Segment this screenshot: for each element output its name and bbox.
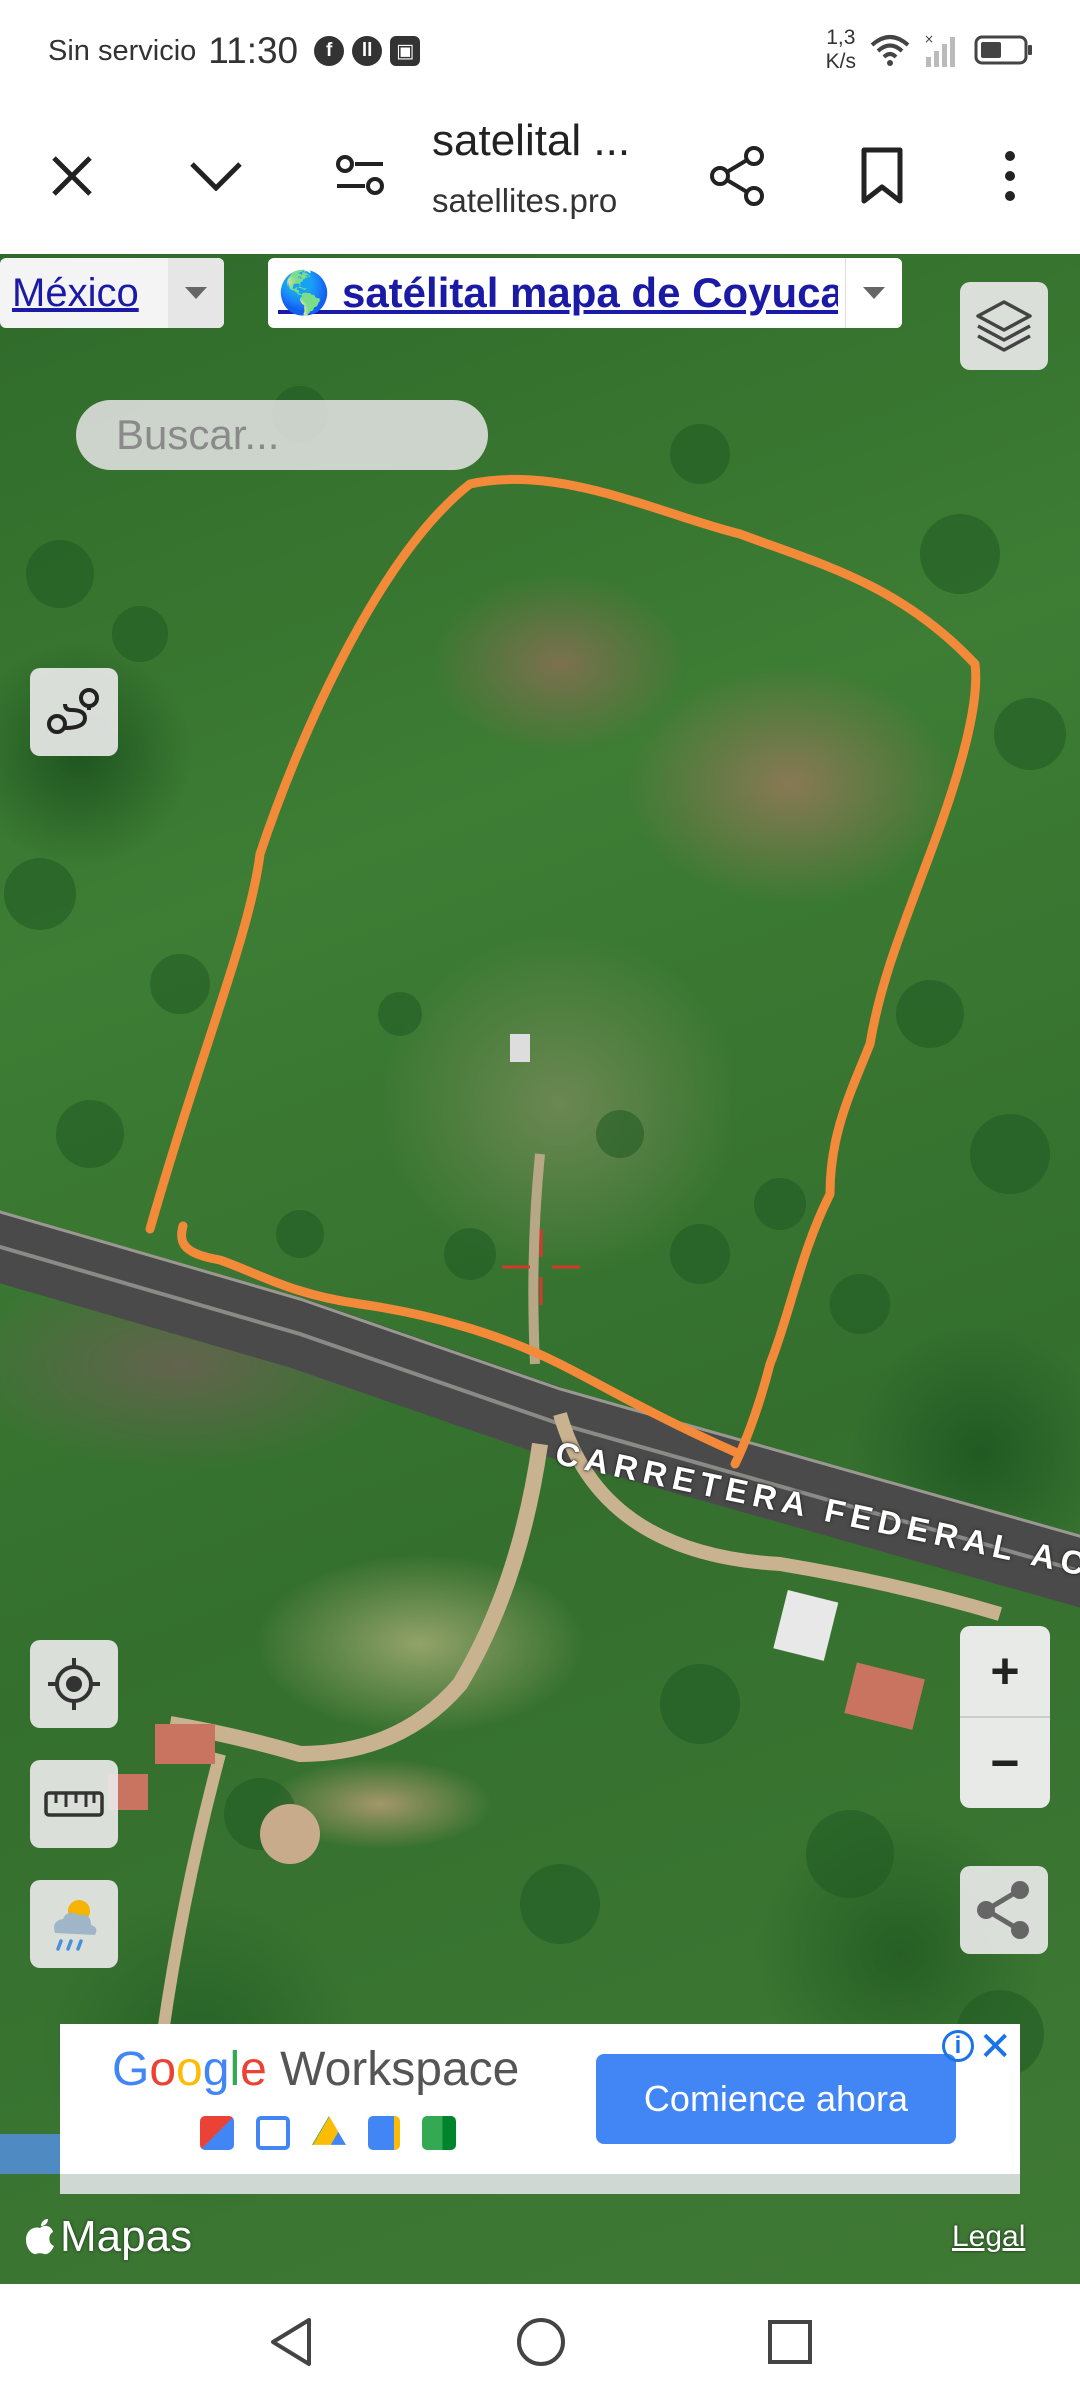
route-icon [47, 688, 99, 734]
battery-icon [974, 35, 1032, 65]
collapse-button[interactable] [174, 134, 258, 218]
map-title-select-value: 🌎 satélital mapa de Coyuca [278, 268, 838, 316]
ad-cta-button[interactable]: Comience ahora [596, 2054, 956, 2144]
apple-maps-attribution: Mapas [24, 2212, 192, 2262]
my-location-button[interactable] [30, 1640, 118, 1728]
map-title-select[interactable]: 🌎 satélital mapa de Coyuca [268, 258, 902, 328]
wifi-icon [870, 35, 910, 66]
layers-icon [976, 300, 1032, 352]
page-url[interactable]: satellites.pro [432, 182, 617, 220]
calendar-icon [256, 2116, 290, 2150]
bookmark-button[interactable] [840, 134, 924, 218]
chevron-down-icon [190, 162, 242, 191]
drive-icon [312, 2116, 346, 2145]
meet-icon [422, 2116, 456, 2150]
my-location-icon [48, 1658, 100, 1710]
route-button[interactable] [30, 668, 118, 756]
more-vert-icon [1005, 151, 1015, 201]
docs-icon [368, 2116, 400, 2150]
caret-down-icon [845, 258, 902, 328]
workspace-label: Workspace [280, 2043, 520, 2096]
weather-icon [54, 1900, 97, 1951]
facebook-icon: f [314, 36, 345, 66]
legal-link[interactable]: Legal [952, 2220, 1025, 2254]
maps-attribution-text: Mapas [60, 2212, 193, 2261]
search-input[interactable] [76, 400, 476, 470]
recents-icon[interactable] [767, 2319, 813, 2365]
close-icon [52, 156, 92, 196]
home-icon[interactable] [515, 2316, 567, 2368]
share-icon [710, 146, 764, 206]
page-title[interactable]: satelital ... [432, 116, 630, 166]
back-icon[interactable] [267, 2316, 315, 2368]
ad-footer-strip [60, 2174, 1020, 2194]
cast-icon: ▣ [390, 36, 421, 66]
apple-logo-icon [26, 2219, 54, 2255]
satellite-map[interactable]: CARRETERA FEDERAL ACA México 🌎 satélital… [0, 254, 1080, 2284]
ruler-icon [44, 1791, 104, 1817]
map-share-button[interactable] [960, 1866, 1048, 1954]
speed-value: 1,3 [826, 26, 856, 49]
zoom-in-button[interactable]: + [960, 1626, 1050, 1716]
browser-toolbar: satelital ... satellites.pro [0, 104, 1080, 255]
center-crosshair [502, 1229, 580, 1305]
zoom-control: + − [960, 1626, 1050, 1808]
search-box[interactable] [76, 400, 488, 470]
clock-time: 11:30 [208, 30, 299, 71]
share-button[interactable] [696, 134, 780, 218]
status-bar: Sin servicio 11:30 f ll ▣ 1,3 K/s × [0, 0, 1080, 104]
country-select[interactable]: México [0, 258, 224, 328]
layers-button[interactable] [960, 282, 1048, 370]
google-logo: Google [112, 2043, 267, 2096]
country-select-value: México [12, 270, 139, 315]
workspace-apps [200, 2116, 456, 2150]
carrier-text: Sin servicio [48, 34, 197, 67]
share-icon [977, 1881, 1029, 1939]
measure-button[interactable] [30, 1760, 118, 1848]
page-settings-icon [336, 155, 384, 195]
page-settings-button[interactable] [318, 134, 402, 218]
network-speed: 1,3 K/s [826, 26, 856, 74]
close-button[interactable] [30, 134, 114, 218]
weather-button[interactable] [30, 1880, 118, 1968]
ad-brand: Google Workspace [112, 2042, 519, 2097]
zoom-out-button[interactable]: − [960, 1718, 1050, 1808]
svg-text:×: × [924, 33, 934, 46]
signal-icon: × [924, 33, 955, 67]
gmail-icon [200, 2116, 234, 2150]
caret-down-icon [168, 258, 224, 328]
ad-info-icon[interactable]: i [942, 2030, 974, 2062]
status-right: 1,3 K/s × [826, 26, 1034, 74]
ad-close-icon[interactable]: ✕ [978, 2024, 1012, 2070]
map-overlay [0, 386, 1080, 2194]
ad-banner[interactable]: Google Workspace Comience ahora i ✕ [60, 2024, 1020, 2174]
system-nav-bar [0, 2284, 1080, 2400]
more-button[interactable] [968, 134, 1052, 218]
pause-app-icon: ll [352, 36, 383, 66]
status-left: Sin servicio 11:30 f ll ▣ [48, 30, 421, 72]
speed-unit: K/s [825, 50, 856, 73]
bookmark-icon [861, 147, 903, 204]
